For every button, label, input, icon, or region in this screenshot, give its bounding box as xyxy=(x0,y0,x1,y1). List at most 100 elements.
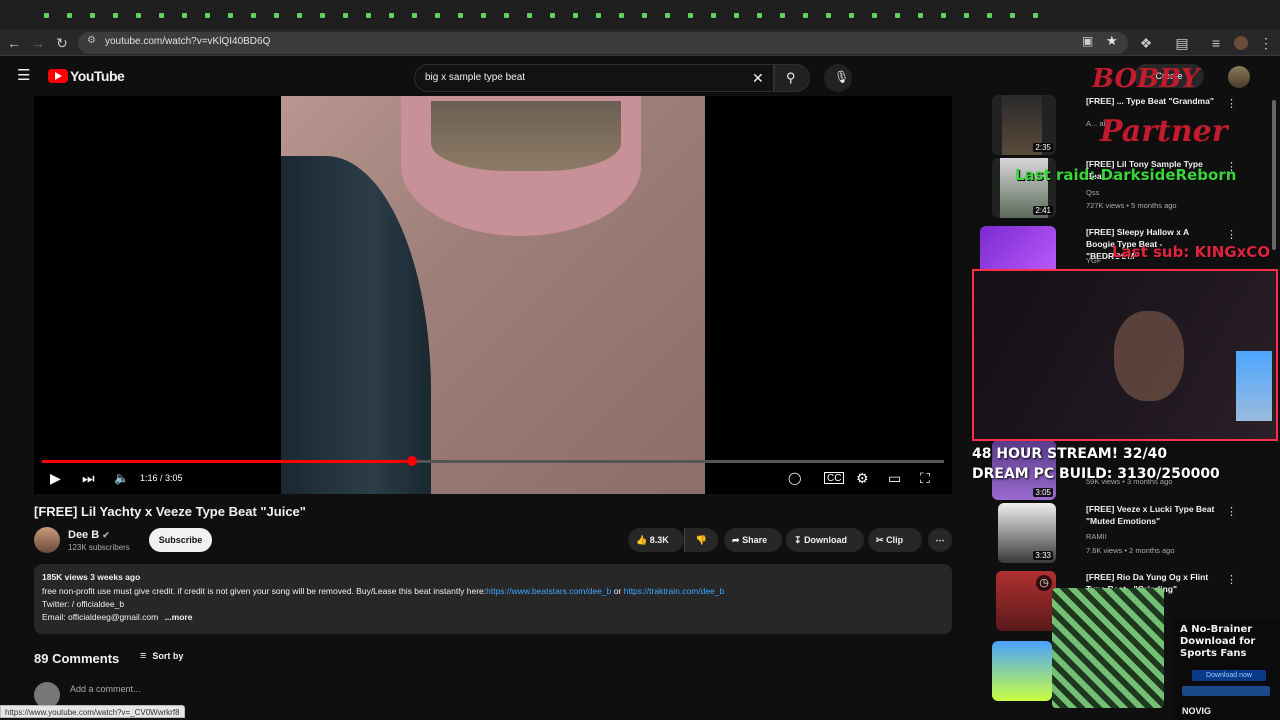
profile-avatar[interactable] xyxy=(1234,36,1248,50)
tab-favicon[interactable] xyxy=(481,13,486,18)
autoplay-toggle-icon[interactable]: ◯ xyxy=(788,469,801,487)
tab-favicon[interactable] xyxy=(389,13,394,18)
play-icon[interactable]: ▶ xyxy=(50,469,61,487)
tab-favicon[interactable] xyxy=(573,13,578,18)
tab-favicon[interactable] xyxy=(343,13,348,18)
tab-favicon[interactable] xyxy=(826,13,831,18)
tab-favicon[interactable] xyxy=(412,13,417,18)
search-box[interactable]: big x sample type beat ✕ xyxy=(414,64,774,92)
tab-favicon[interactable] xyxy=(619,13,624,18)
rec-channel[interactable]: YGF xyxy=(1086,256,1101,265)
media-icon[interactable]: ≡ xyxy=(1206,33,1226,53)
more-vertical-icon[interactable]: ⋮ xyxy=(1226,505,1237,518)
tab-favicon[interactable] xyxy=(642,13,647,18)
tab-favicon[interactable] xyxy=(90,13,95,18)
tab-favicon[interactable] xyxy=(44,13,49,18)
tab-favicon[interactable] xyxy=(113,13,118,18)
tab-favicon[interactable] xyxy=(1033,13,1038,18)
tab-favicon[interactable] xyxy=(435,13,440,18)
account-avatar[interactable] xyxy=(1228,66,1250,88)
beatstars-link[interactable]: https://www.beatstars.com/dee_b xyxy=(486,586,611,596)
clear-search-icon[interactable]: ✕ xyxy=(752,70,764,87)
tab-favicon[interactable] xyxy=(550,13,555,18)
address-bar[interactable]: ⚙ youtube.com/watch?v=vKlQI40BD6Q ▣ ★ xyxy=(78,32,1128,54)
voice-search-button[interactable]: 🎙 xyxy=(824,64,852,92)
tab-favicon[interactable] xyxy=(504,13,509,18)
progress-scrubber[interactable] xyxy=(406,456,417,466)
more-actions-button[interactable]: ⋯ xyxy=(928,528,952,552)
ad-download-button[interactable]: Download now xyxy=(1192,670,1266,681)
dislike-button[interactable]: 👎 xyxy=(684,528,718,552)
reload-icon[interactable]: ↻ xyxy=(52,33,72,53)
fullscreen-icon[interactable]: ⛶ xyxy=(920,469,930,487)
tab-favicon[interactable] xyxy=(136,13,141,18)
tab-favicon[interactable] xyxy=(251,13,256,18)
tab-favicon[interactable] xyxy=(849,13,854,18)
subscribe-button[interactable]: Subscribe xyxy=(149,528,212,552)
tab-favicon[interactable] xyxy=(596,13,601,18)
tab-favicon[interactable] xyxy=(297,13,302,18)
forward-icon[interactable]: → xyxy=(28,33,48,53)
tab-favicon[interactable] xyxy=(803,13,808,18)
browser-menu-icon[interactable]: ⋮ xyxy=(1256,33,1276,53)
search-button[interactable]: ⚲ xyxy=(774,64,810,92)
tab-favicon[interactable] xyxy=(159,13,164,18)
install-icon[interactable]: ▣ xyxy=(1082,34,1093,48)
more-vertical-icon[interactable]: ⋮ xyxy=(1226,228,1237,241)
tab-favicon[interactable] xyxy=(688,13,693,18)
tab-favicon[interactable] xyxy=(941,13,946,18)
rec-title[interactable]: [FREE] ... Type Beat "Grandma" xyxy=(1086,95,1216,107)
progress-bar[interactable] xyxy=(42,460,944,463)
rec-title[interactable]: [FREE] Veeze x Lucki Type Beat "Muted Em… xyxy=(1086,503,1216,527)
captions-icon[interactable]: CC xyxy=(824,472,845,484)
download-button[interactable]: ↧ Download xyxy=(786,528,864,552)
clip-button[interactable]: ✂ Clip xyxy=(868,528,922,552)
video-thumbnail[interactable]: 3:33 xyxy=(998,503,1056,563)
hamburger-menu-icon[interactable]: ☰ xyxy=(17,68,30,83)
tab-favicon[interactable] xyxy=(734,13,739,18)
theater-mode-icon[interactable]: ▭ xyxy=(888,469,901,487)
next-icon[interactable]: ⏭ xyxy=(82,469,95,487)
ad-overlay[interactable]: A No-Brainer Download for Sports Fans Do… xyxy=(1172,618,1280,720)
extensions-icon[interactable]: ❖ xyxy=(1136,33,1156,53)
show-more-link[interactable]: ...more xyxy=(165,612,193,622)
rec-channel[interactable]: RAMII xyxy=(1086,532,1107,541)
tab-favicon[interactable] xyxy=(757,13,762,18)
description-box[interactable]: 185K views 3 weeks ago free non-profit u… xyxy=(34,564,952,634)
scrollbar[interactable] xyxy=(1272,100,1276,250)
add-comment-input[interactable]: Add a comment... xyxy=(70,684,141,694)
youtube-logo-icon[interactable] xyxy=(48,69,68,83)
tab-favicon[interactable] xyxy=(182,13,187,18)
tab-favicon[interactable] xyxy=(665,13,670,18)
video-thumbnail[interactable]: ◷ xyxy=(996,571,1056,631)
volume-icon[interactable]: 🔈 xyxy=(114,469,129,487)
tab-favicon[interactable] xyxy=(67,13,72,18)
tab-favicon[interactable] xyxy=(711,13,716,18)
tab-favicon[interactable] xyxy=(527,13,532,18)
channel-name[interactable]: Dee B ✔ xyxy=(68,529,110,541)
youtube-logo-text[interactable]: YouTube xyxy=(70,68,125,84)
settings-gear-icon[interactable]: ⚙ xyxy=(856,469,869,487)
tab-favicon[interactable] xyxy=(780,13,785,18)
list-item[interactable]: 3:33 [FREE] Veeze x Lucki Type Beat "Mut… xyxy=(968,503,1268,565)
sort-by-button[interactable]: ≡ Sort by xyxy=(140,650,183,662)
channel-avatar[interactable] xyxy=(34,527,60,553)
tab-favicon[interactable] xyxy=(366,13,371,18)
tab-favicon[interactable] xyxy=(895,13,900,18)
back-icon[interactable]: ← xyxy=(4,33,24,53)
watch-later-icon[interactable]: ◷ xyxy=(1036,575,1052,591)
tab-favicon[interactable] xyxy=(320,13,325,18)
tab-favicon[interactable] xyxy=(918,13,923,18)
search-input[interactable]: big x sample type beat xyxy=(425,72,525,83)
site-info-icon[interactable]: ⚙ xyxy=(87,35,96,46)
more-vertical-icon[interactable]: ⋮ xyxy=(1226,97,1237,110)
bookmark-star-icon[interactable]: ★ xyxy=(1106,33,1118,49)
video-player[interactable]: ▶ ⏭ 🔈 1:16 / 3:05 ◯ CC ⚙ ▭ ⛶ xyxy=(34,96,952,494)
tab-favicon[interactable] xyxy=(274,13,279,18)
tab-favicon[interactable] xyxy=(1010,13,1015,18)
sidepanel-icon[interactable]: ▤ xyxy=(1172,33,1192,53)
more-vertical-icon[interactable]: ⋮ xyxy=(1226,573,1237,586)
share-button[interactable]: ➦ Share xyxy=(724,528,782,552)
video-thumbnail[interactable]: 2:35 xyxy=(992,95,1056,155)
tab-favicon[interactable] xyxy=(964,13,969,18)
